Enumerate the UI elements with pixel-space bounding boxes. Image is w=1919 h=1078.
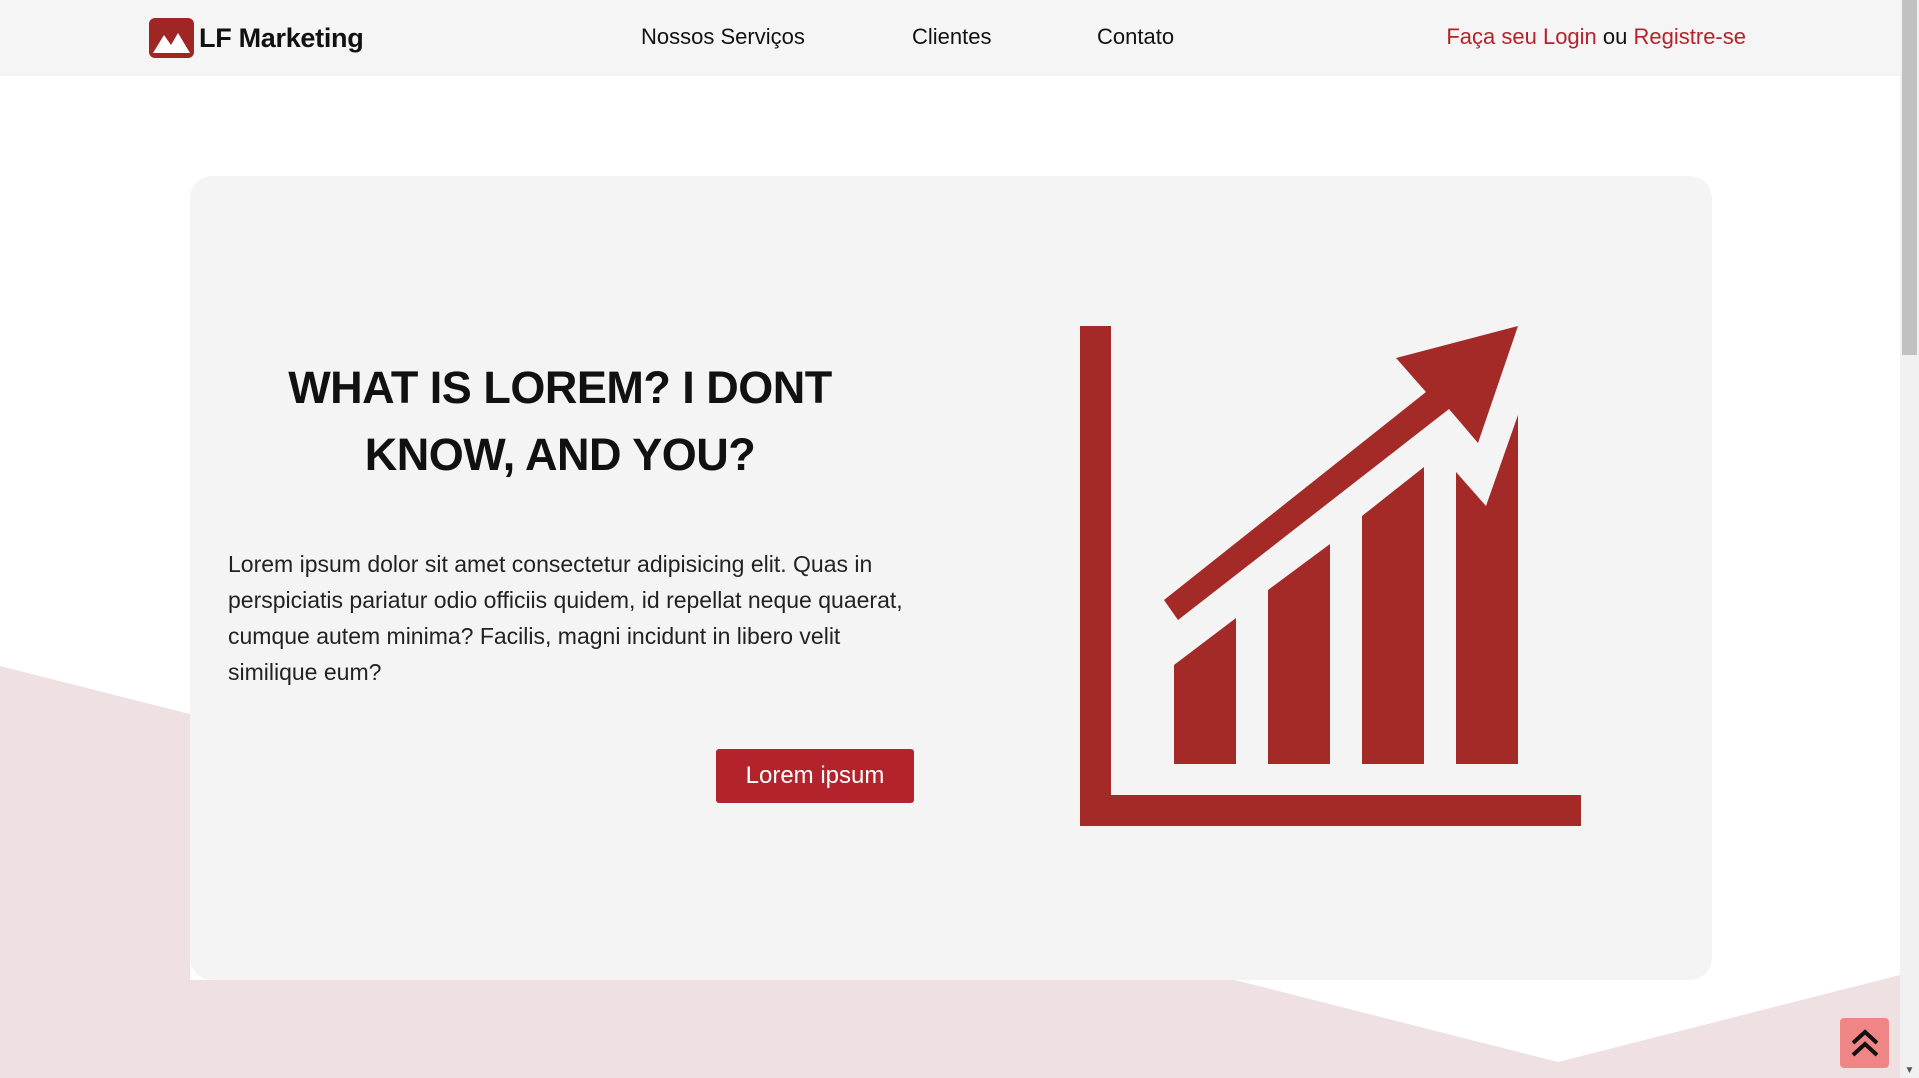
- back-to-top-button[interactable]: [1840, 1018, 1889, 1068]
- nav-link-services[interactable]: Nossos Serviços: [641, 24, 805, 50]
- site-header: LF Marketing Nossos Serviços Clientes Co…: [0, 0, 1900, 76]
- mountain-logo-icon: [149, 18, 194, 58]
- scroll-down-arrow-icon[interactable]: ▼: [1900, 1065, 1919, 1076]
- scrollbar-thumb[interactable]: [1902, 0, 1917, 355]
- hero-body: Lorem ipsum dolor sit amet consectetur a…: [228, 551, 903, 685]
- auth-links: Faça seu Login ou Registre-se: [1446, 24, 1746, 50]
- nav-link-contact[interactable]: Contato: [1097, 24, 1174, 50]
- brand-logo[interactable]: LF Marketing: [149, 18, 364, 58]
- register-link[interactable]: Registre-se: [1634, 24, 1746, 49]
- login-link[interactable]: Faça seu Login: [1446, 24, 1596, 49]
- hero-card: WHAT IS LOREM? I DONT KNOW, AND YOU? Lor…: [190, 176, 1712, 980]
- brand-name: LF Marketing: [199, 22, 364, 53]
- growth-chart-icon: [1080, 326, 1581, 826]
- hero-title: WHAT IS LOREM? I DONT KNOW, AND YOU?: [288, 362, 832, 480]
- hero-cta-button[interactable]: Lorem ipsum: [716, 749, 914, 803]
- page-scrollbar[interactable]: ▼: [1900, 0, 1919, 1078]
- nav-link-clients[interactable]: Clientes: [912, 24, 991, 50]
- double-chevron-up-icon: [1851, 1029, 1878, 1057]
- auth-separator: ou: [1602, 24, 1634, 49]
